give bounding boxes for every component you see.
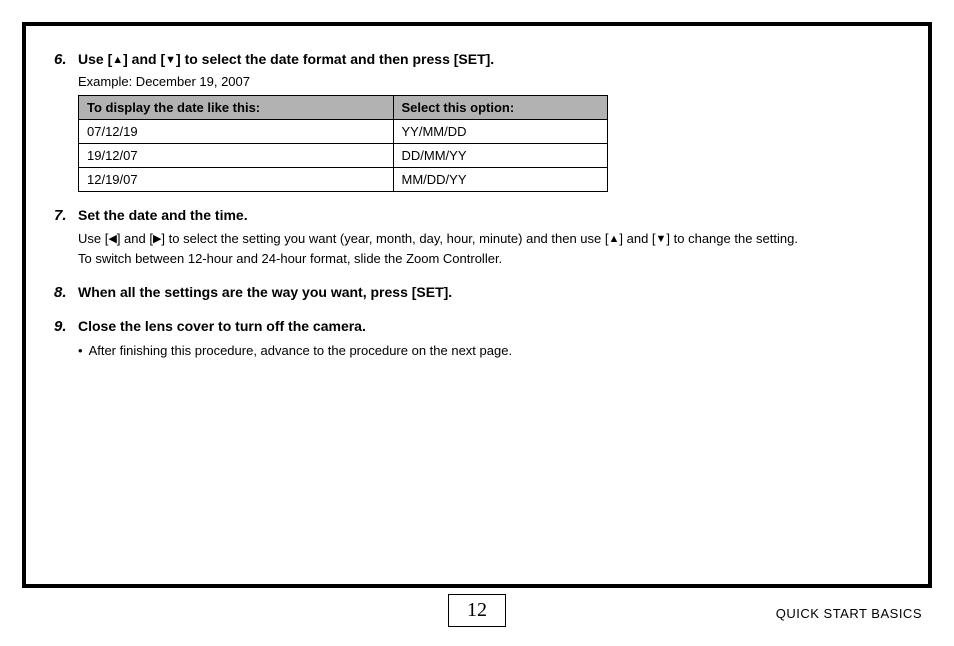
step-6-number: 6. [54,51,72,68]
text-part: ] and [ [619,231,655,246]
step-9-title: Close the lens cover to turn off the cam… [78,317,366,337]
step-6-example: Example: December 19, 2007 [78,74,900,89]
page-frame: 6. Use [▲] and [▼] to select the date fo… [22,22,932,588]
text-part: Use [ [78,51,112,67]
step-8: 8. When all the settings are the way you… [54,283,900,303]
table-cell: YY/MM/DD [393,119,608,143]
step-8-title: When all the settings are the way you wa… [78,283,452,303]
table-header-display: To display the date like this: [79,95,394,119]
step-6-header: 6. Use [▲] and [▼] to select the date fo… [54,50,900,70]
page-footer: 12 QUICK START BASICS [0,594,954,638]
table-cell: 07/12/19 [79,119,394,143]
step-8-header: 8. When all the settings are the way you… [54,283,900,303]
step-9-number: 9. [54,318,72,335]
up-triangle-icon: ▲ [609,234,620,245]
text-part: ] to select the setting you want (year, … [161,231,608,246]
table-row: 12/19/07 MM/DD/YY [79,167,608,191]
up-triangle-icon: ▲ [112,55,123,66]
table-cell: DD/MM/YY [393,143,608,167]
bullet-icon: • [78,341,83,361]
step-6: 6. Use [▲] and [▼] to select the date fo… [54,50,900,192]
table-cell: 19/12/07 [79,143,394,167]
right-triangle-icon: ▶ [153,234,161,245]
step-7-header: 7. Set the date and the time. [54,206,900,226]
step-9: 9. Close the lens cover to turn off the … [54,317,900,361]
table-header-option: Select this option: [393,95,608,119]
down-triangle-icon: ▼ [165,55,176,66]
down-triangle-icon: ▼ [656,234,667,245]
text-part: ] to change the setting. [666,231,798,246]
bullet-text: After finishing this procedure, advance … [89,341,513,361]
step-9-body: • After finishing this procedure, advanc… [78,341,900,361]
step-9-bullet: • After finishing this procedure, advanc… [78,341,900,361]
step-9-header: 9. Close the lens cover to turn off the … [54,317,900,337]
text-part: ] to select the date format and then pre… [176,51,494,67]
table-header-row: To display the date like this: Select th… [79,95,608,119]
step-8-number: 8. [54,284,72,301]
page-number: 12 [448,594,506,627]
step-7-title: Set the date and the time. [78,206,248,226]
step-7: 7. Set the date and the time. Use [◀] an… [54,206,900,270]
table-row: 19/12/07 DD/MM/YY [79,143,608,167]
step-7-body-line2: To switch between 12-hour and 24-hour fo… [78,251,502,266]
step-6-title: Use [▲] and [▼] to select the date forma… [78,50,494,70]
footer-section-label: QUICK START BASICS [776,606,922,621]
text-part: Use [ [78,231,108,246]
table-cell: 12/19/07 [79,167,394,191]
table-cell: MM/DD/YY [393,167,608,191]
step-7-body: Use [◀] and [▶] to select the setting yo… [78,229,900,269]
date-format-table: To display the date like this: Select th… [78,95,608,192]
left-triangle-icon: ◀ [108,234,116,245]
text-part: ] and [ [117,231,153,246]
step-7-number: 7. [54,207,72,224]
text-part: ] and [ [123,51,165,67]
table-row: 07/12/19 YY/MM/DD [79,119,608,143]
